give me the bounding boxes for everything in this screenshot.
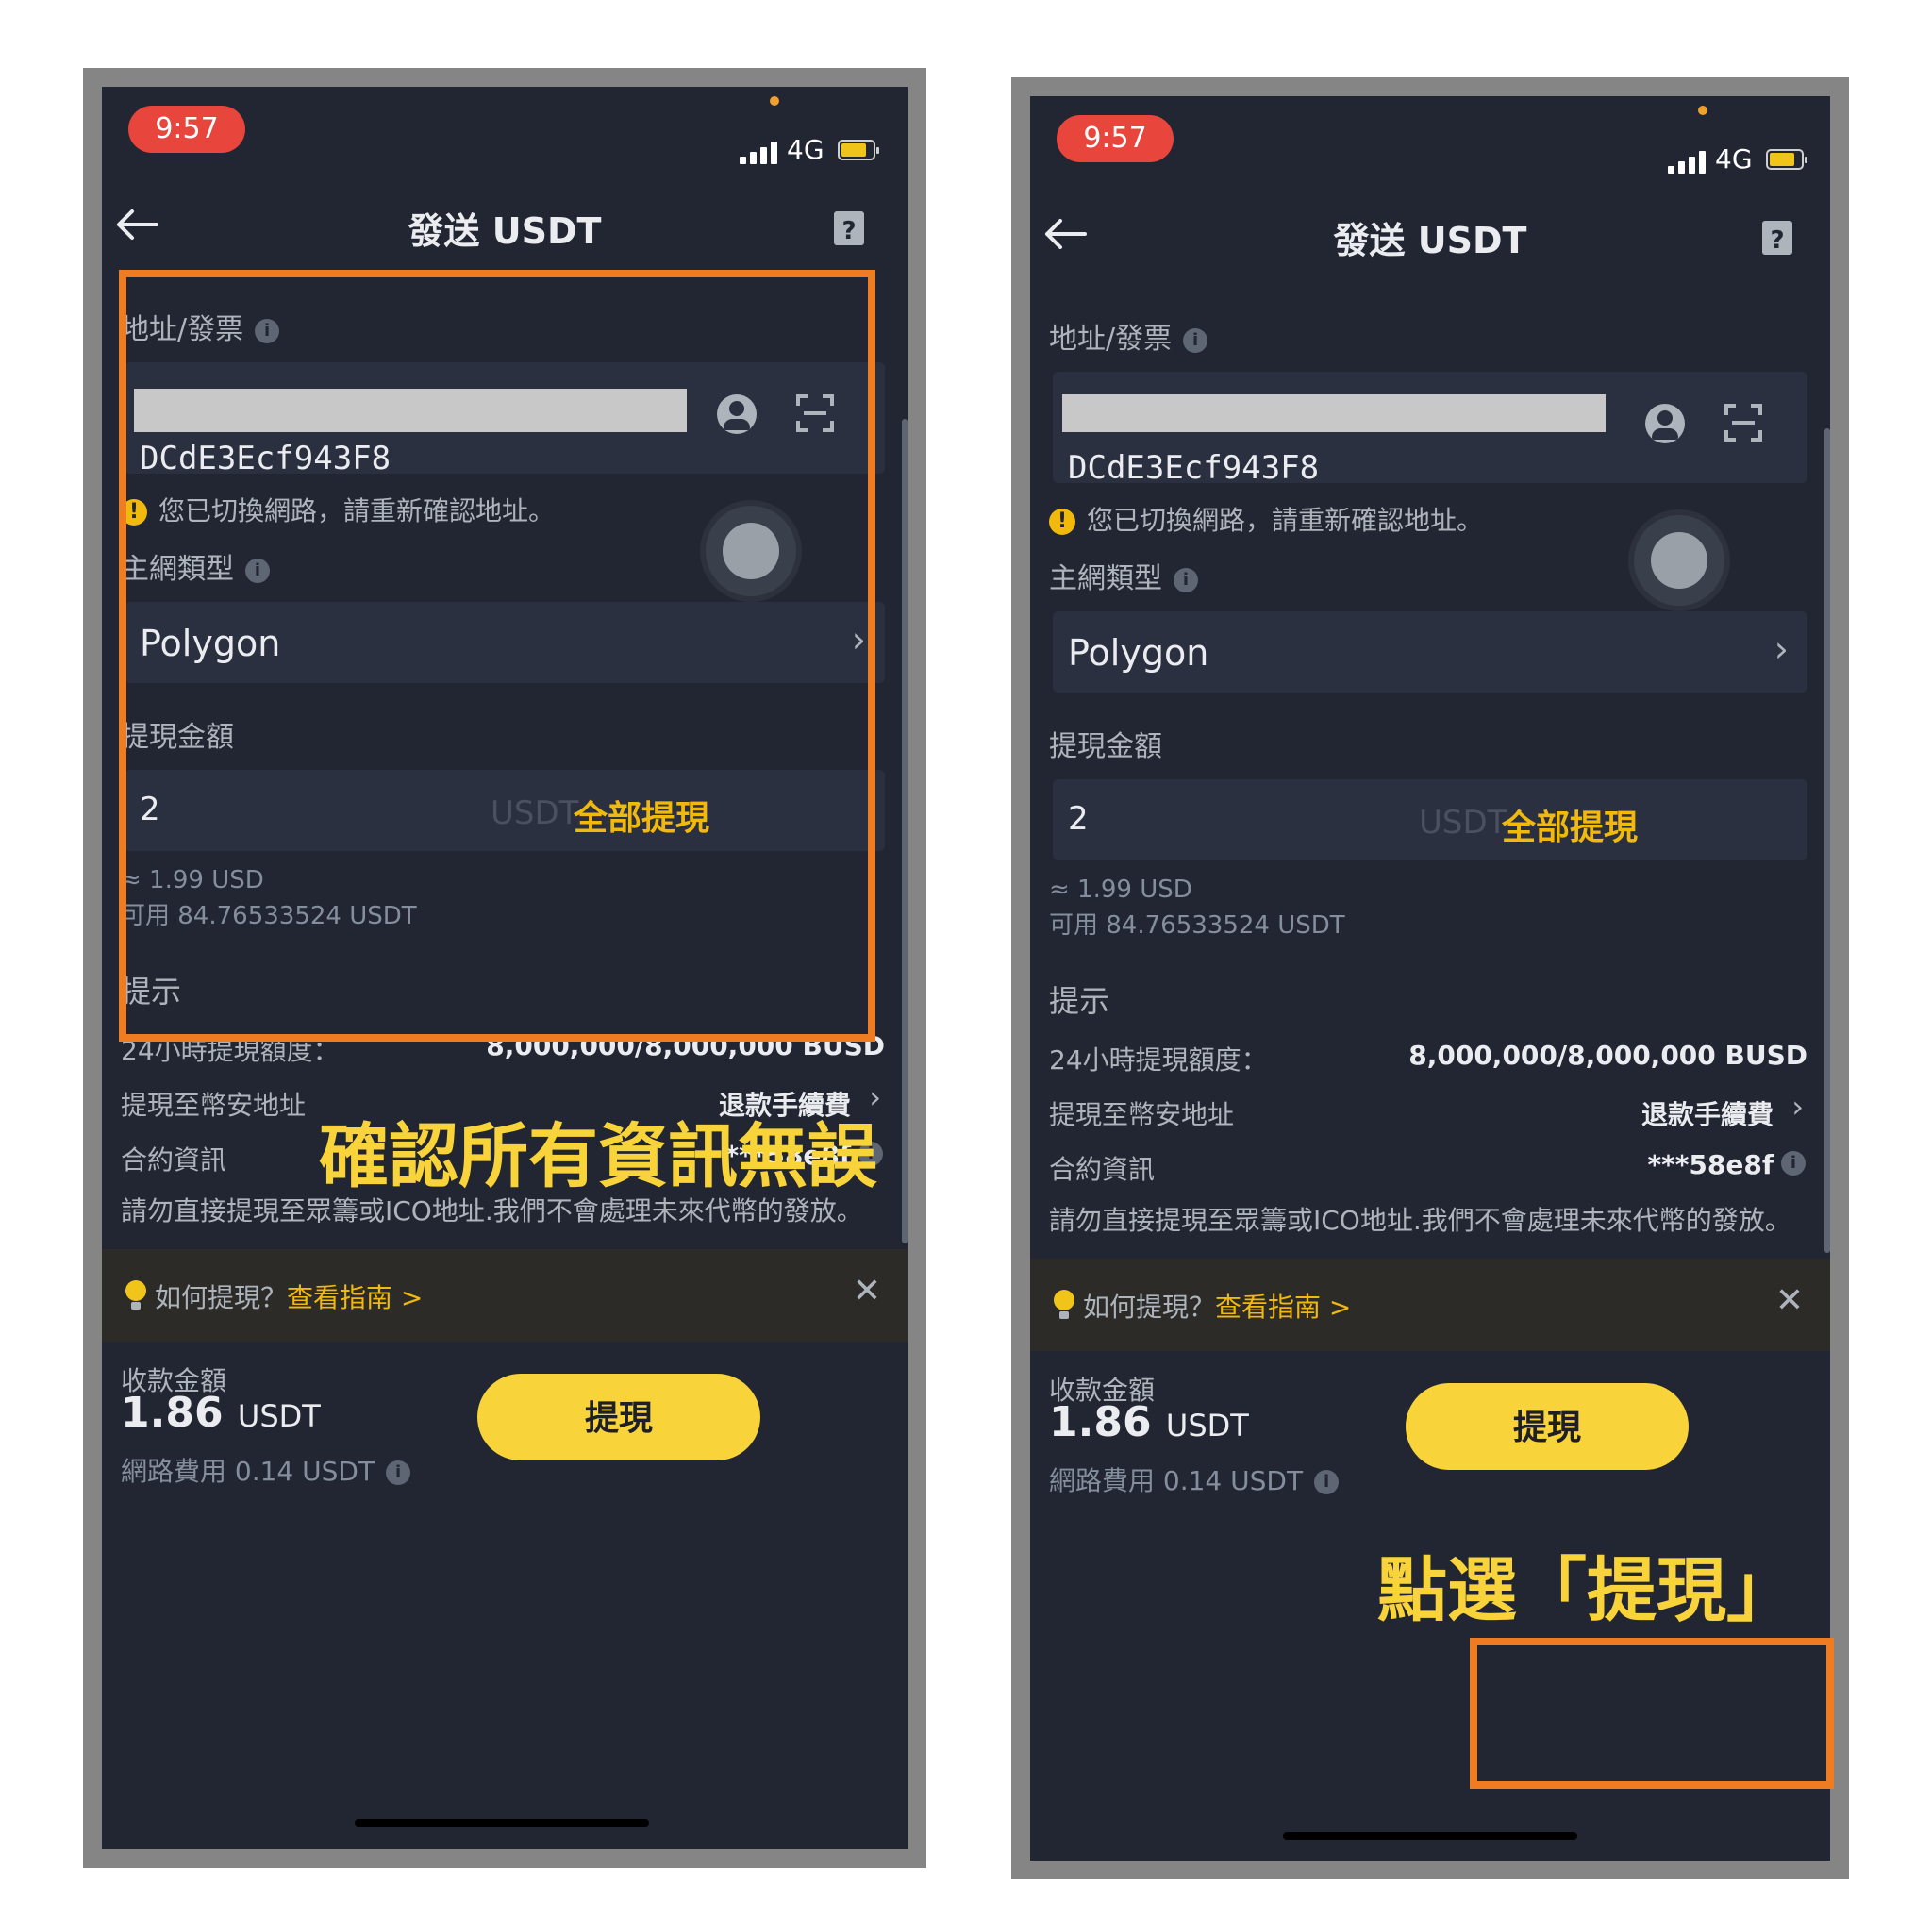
caption-confirm-info: 確認所有資訊無誤	[319, 1116, 877, 1197]
chevron-right-icon: ›	[1774, 628, 1789, 670]
svg-text:?: ?	[1770, 226, 1784, 255]
lightbulb-icon	[125, 1280, 146, 1310]
chevron-right-icon[interactable]: ›	[1791, 1089, 1804, 1125]
address-field[interactable]: DCdE3Ecf943F8	[1053, 372, 1807, 487]
network-fee: 網路費用 0.14 USDT i	[1049, 1460, 1340, 1498]
home-indicator	[355, 1819, 649, 1827]
available-balance: 可用 84.76533524 USDT	[1049, 911, 1345, 940]
contract-info-label: 合約資訊	[1049, 1154, 1156, 1185]
withdraw-all-button[interactable]: 全部提現	[1502, 800, 1638, 849]
close-icon[interactable]: ✕	[853, 1272, 881, 1310]
battery-icon	[838, 140, 879, 160]
binance-address-label: 提現至幣安地址	[121, 1090, 307, 1121]
camera-indicator-dot	[1698, 106, 1707, 115]
floating-assistive-button[interactable]	[1634, 515, 1724, 606]
contract-info-label: 合約資訊	[121, 1144, 227, 1176]
scrollbar[interactable]	[1824, 428, 1830, 1253]
network-label: 主網類型 i	[1049, 555, 1198, 596]
ico-notice: 請勿直接提現至眾籌或ICO地址.我們不會處理未來代幣的發放。	[1049, 1205, 1791, 1236]
guide-banner: 如何提現？查看指南 > ✕	[102, 1249, 908, 1342]
network-type-label: 4G	[787, 134, 824, 165]
address-label: 地址/發票 i	[1049, 315, 1208, 357]
amount-label: 提現金額	[1049, 730, 1162, 763]
receive-amount: 1.86 USDT	[121, 1389, 321, 1437]
camera-indicator-dot	[770, 96, 779, 106]
withdraw-button[interactable]: 提現	[1406, 1383, 1689, 1470]
amount-unit: USDT	[1419, 804, 1507, 842]
daily-limit-value: 8,000,000/8,000,000 BUSD	[1408, 1040, 1807, 1071]
view-guide-link[interactable]: 查看指南 >	[287, 1282, 423, 1313]
page-title: 發送 USDT	[1333, 220, 1527, 261]
info-icon[interactable]: i	[1314, 1470, 1340, 1494]
view-guide-link[interactable]: 查看指南 >	[1215, 1292, 1351, 1323]
status-time: 9:57	[1057, 115, 1174, 162]
amount-approx-usd: ≈ 1.99 USD	[1049, 876, 1192, 904]
network-switch-warning: ! 您已切換網路，請重新確認地址。	[1049, 500, 1483, 538]
help-document-icon[interactable]: ?	[1758, 217, 1796, 259]
guide-text: 如何提現？查看指南 >	[155, 1282, 424, 1313]
home-indicator	[1283, 1832, 1577, 1840]
highlight-box-withdraw-button	[1470, 1638, 1834, 1789]
page-title: 發送 USDT	[408, 210, 602, 252]
warning-icon: !	[1049, 509, 1075, 535]
network-type-label: 4G	[1715, 143, 1753, 175]
highlight-box-form	[119, 270, 875, 1042]
battery-icon	[1766, 149, 1807, 170]
info-icon[interactable]: i	[386, 1460, 411, 1485]
status-time: 9:57	[128, 106, 245, 153]
scrollbar[interactable]	[902, 419, 908, 1243]
info-icon[interactable]: i	[1174, 567, 1198, 592]
network-value: Polygon	[1068, 632, 1209, 674]
receive-amount: 1.86 USDT	[1049, 1398, 1249, 1446]
guide-text: 如何提現？查看指南 >	[1083, 1292, 1352, 1323]
amount-input-value[interactable]: 2	[1068, 800, 1089, 838]
scan-qr-icon[interactable]	[1724, 404, 1762, 442]
signal-icon	[1668, 151, 1707, 174]
withdraw-button[interactable]: 提現	[477, 1374, 760, 1460]
guide-banner: 如何提現？查看指南 > ✕	[1030, 1259, 1830, 1351]
info-icon[interactable]: i	[1183, 327, 1208, 353]
lightbulb-icon	[1054, 1290, 1074, 1319]
close-icon[interactable]: ✕	[1775, 1281, 1804, 1320]
network-fee: 網路費用 0.14 USDT i	[121, 1451, 411, 1489]
info-icon[interactable]: i	[1781, 1151, 1806, 1176]
help-document-icon[interactable]: ?	[830, 208, 868, 249]
binance-address-label: 提現至幣安地址	[1049, 1099, 1235, 1130]
refund-fee-link[interactable]: 退款手續費	[1641, 1094, 1774, 1132]
svg-text:?: ?	[841, 217, 856, 245]
contract-info-value: ***58e8f	[1647, 1149, 1774, 1180]
address-book-icon[interactable]	[1645, 404, 1685, 443]
address-value: DCdE3Ecf943F8	[1068, 449, 1320, 487]
redacted-address-bar	[1062, 394, 1606, 432]
signal-icon	[740, 142, 779, 164]
caption-tap-withdraw: 點選「提現」	[1377, 1550, 1796, 1631]
network-selector[interactable]: Polygon ›	[1053, 611, 1807, 693]
amount-field[interactable]: 2 USDT 全部提現	[1053, 779, 1807, 860]
tips-title: 提示	[1049, 983, 1110, 1019]
daily-limit-label: 24小時提現額度：	[1049, 1044, 1268, 1076]
